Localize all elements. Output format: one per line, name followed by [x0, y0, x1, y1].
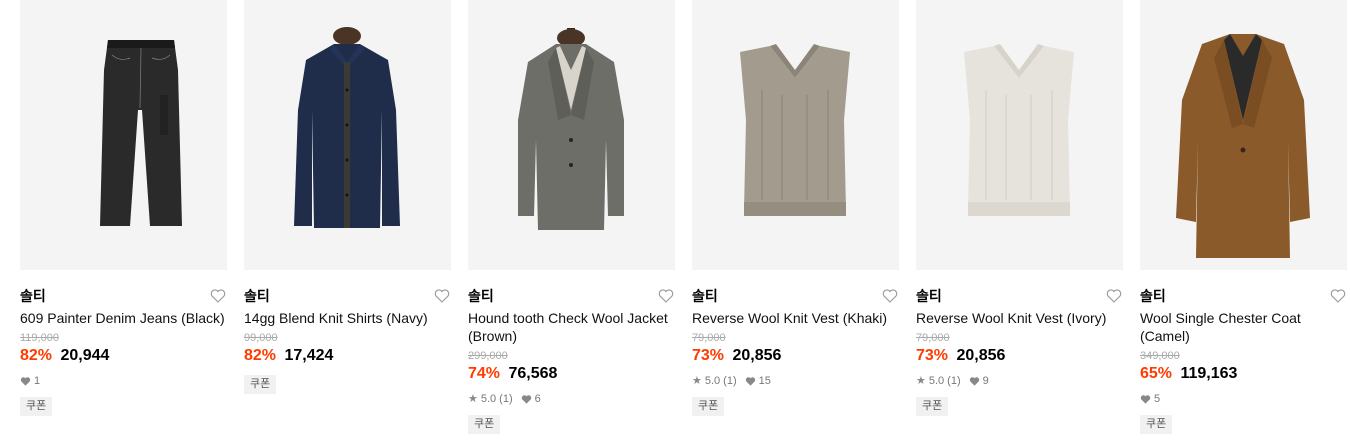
like-count: 9 [982, 375, 989, 387]
original-price: 349,000 [1140, 350, 1180, 362]
review-count: (1) [947, 375, 961, 387]
jeans-image [100, 40, 182, 226]
product-grid: 솔티 609 Painter Denim Jeans (Black) 119,0… [0, 0, 1350, 442]
original-price: 299,000 [468, 350, 508, 362]
sale-price: 20,856 [956, 347, 1006, 364]
discount-rate: 82% [244, 347, 277, 364]
brand-name[interactable]: 솔티 [20, 288, 46, 304]
heart-filled-icon [1140, 394, 1151, 404]
product-title[interactable]: Hound tooth Check Wool Jacket (Brown) [468, 309, 675, 345]
heart-filled-icon [745, 376, 755, 386]
heart-icon[interactable] [433, 287, 451, 305]
jacket-image [518, 28, 624, 230]
rating: 5.0 [480, 393, 497, 405]
product-card[interactable]: 솔티 Hound tooth Check Wool Jacket (Brown)… [468, 0, 675, 434]
product-meta: ★ 5.0 (1) 15 [692, 374, 899, 388]
heart-filled-icon [969, 376, 979, 386]
sale-price: 20,944 [60, 347, 110, 364]
product-meta: 5 [1140, 392, 1347, 406]
original-price: 79,000 [692, 332, 726, 344]
ivory-vest-image [964, 44, 1074, 216]
heart-icon[interactable] [881, 287, 899, 305]
product-card[interactable]: 솔티 Reverse Wool Knit Vest (Ivory) 79,000… [916, 0, 1123, 416]
product-meta: ★ 5.0 (1) 9 [916, 374, 1123, 388]
like-count: 15 [758, 375, 771, 387]
heart-icon[interactable] [1329, 287, 1347, 305]
product-image[interactable] [692, 0, 899, 270]
product-card[interactable]: 솔티 Wool Single Chester Coat (Camel) 349,… [1140, 0, 1347, 434]
coupon-badge: 쿠폰 [244, 375, 277, 394]
product-meta: 1 [20, 374, 227, 388]
heart-filled-icon [521, 394, 531, 404]
knit-shirt-image [294, 27, 400, 228]
product-image[interactable] [20, 0, 227, 270]
coupon-badge: 쿠폰 [468, 415, 501, 434]
product-title[interactable]: Reverse Wool Knit Vest (Khaki) [692, 309, 899, 327]
coupon-badge: 쿠폰 [916, 397, 949, 416]
rating: 5.0 [704, 375, 721, 387]
brand-name[interactable]: 솔티 [468, 288, 494, 304]
product-card[interactable]: 솔티 Reverse Wool Knit Vest (Khaki) 79,000… [692, 0, 899, 416]
heart-icon[interactable] [209, 287, 227, 305]
product-title[interactable]: 609 Painter Denim Jeans (Black) [20, 309, 227, 327]
brand-name[interactable]: 솔티 [244, 288, 270, 304]
discount-rate: 73% [916, 347, 949, 364]
product-meta: ★ 5.0 (1) 6 [468, 392, 675, 406]
like-count: 1 [34, 375, 41, 387]
sale-price: 17,424 [284, 347, 334, 364]
rating: 5.0 [928, 375, 945, 387]
product-card[interactable]: 솔티 609 Painter Denim Jeans (Black) 119,0… [20, 0, 227, 416]
camel-coat-image [1176, 34, 1310, 258]
original-price: 119,000 [20, 332, 59, 344]
star-icon: ★ [692, 375, 702, 387]
product-image[interactable] [468, 0, 675, 270]
review-count: (1) [499, 393, 513, 405]
original-price: 79,000 [916, 332, 950, 344]
product-card[interactable]: 솔티 14gg Blend Knit Shirts (Navy) 99,000 … [244, 0, 451, 394]
product-image[interactable] [244, 0, 451, 270]
star-icon: ★ [916, 375, 926, 387]
khaki-vest-image [740, 44, 850, 216]
like-count: 5 [1154, 393, 1161, 405]
sale-price: 20,856 [732, 347, 782, 364]
product-title[interactable]: Wool Single Chester Coat (Camel) [1140, 309, 1347, 345]
product-image[interactable] [1140, 0, 1347, 270]
discount-rate: 82% [20, 347, 53, 364]
brand-name[interactable]: 솔티 [692, 288, 718, 304]
heart-filled-icon [20, 376, 31, 386]
star-icon: ★ [468, 393, 478, 405]
discount-rate: 73% [692, 347, 725, 364]
brand-name[interactable]: 솔티 [916, 288, 942, 304]
discount-rate: 65% [1140, 365, 1173, 382]
original-price: 99,000 [244, 332, 278, 344]
heart-icon[interactable] [1105, 287, 1123, 305]
sale-price: 76,568 [508, 365, 558, 382]
coupon-badge: 쿠폰 [20, 397, 53, 416]
product-title[interactable]: 14gg Blend Knit Shirts (Navy) [244, 309, 451, 327]
product-image[interactable] [916, 0, 1123, 270]
sale-price: 119,163 [1180, 365, 1238, 382]
coupon-badge: 쿠폰 [1140, 415, 1173, 434]
discount-rate: 74% [468, 365, 501, 382]
coupon-badge: 쿠폰 [692, 397, 725, 416]
like-count: 6 [534, 393, 541, 405]
heart-icon[interactable] [657, 287, 675, 305]
product-title[interactable]: Reverse Wool Knit Vest (Ivory) [916, 309, 1123, 327]
brand-name[interactable]: 솔티 [1140, 288, 1166, 304]
review-count: (1) [723, 375, 737, 387]
